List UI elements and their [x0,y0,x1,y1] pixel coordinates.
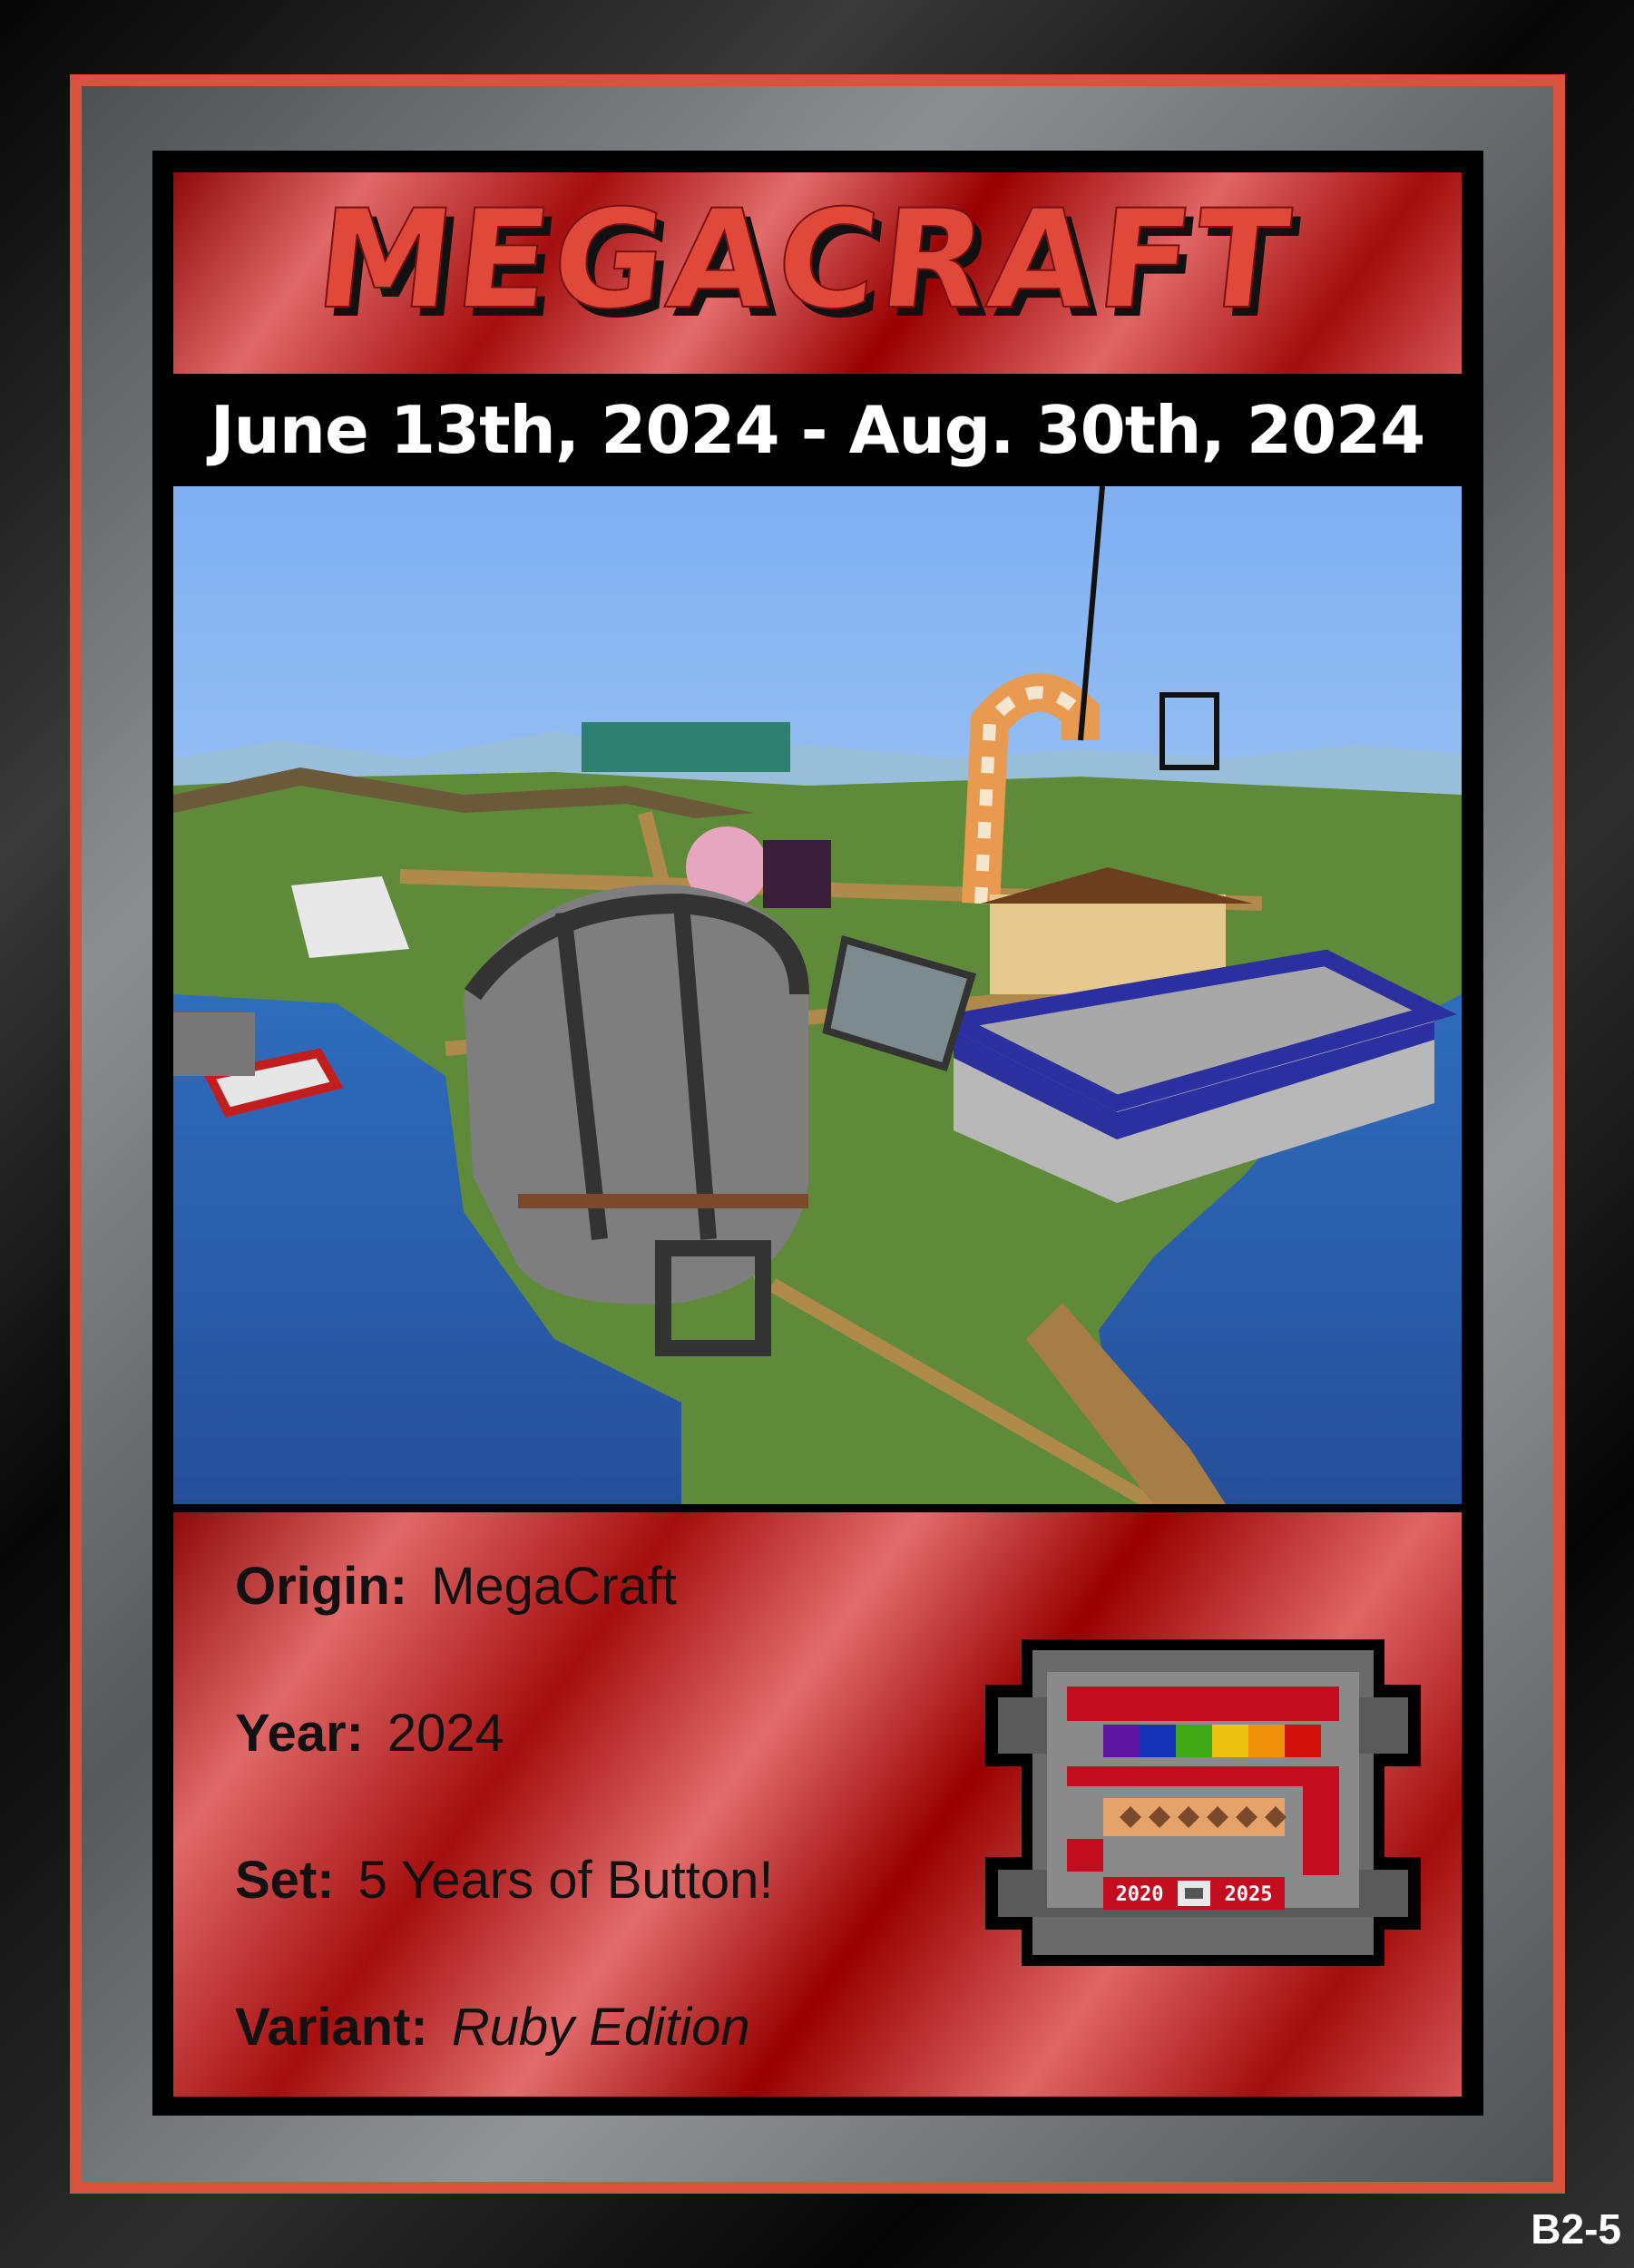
card-code: B2-5 [1531,2205,1621,2253]
megacraft-logo: MEGACRAFT MEGACRAFT [308,180,1308,348]
date-range: June 13th, 2024 - Aug. 30th, 2024 [173,374,1462,486]
year-label: Year: [235,1704,364,1763]
set-label: Set: [235,1851,335,1910]
svg-text:MEGACRAFT: MEGACRAFT [309,181,1300,339]
variant-field: Variant: Ruby Edition [235,1997,750,2058]
emblem-year-left: 2020 [1116,1883,1164,1906]
info-panel: Origin: MegaCraft Year: 2024 Set: 5 Years o… [173,1512,1462,2097]
logo-banner: MEGACRAFT MEGACRAFT [173,172,1462,374]
variant-label: Variant: [235,1998,428,2057]
minecraft-world-image [173,486,1462,1504]
set-value: 5 Years of Button! [357,1851,774,1910]
origin-label: Origin: [235,1557,408,1616]
year-value: 2024 [386,1704,504,1763]
variant-value: Ruby Edition [451,1998,750,2057]
set-field: Set: 5 Years of Button! [235,1850,774,1911]
origin-value: MegaCraft [431,1557,677,1616]
button-set-emblem: 2020 2025 [985,1639,1421,1966]
year-field: Year: 2024 [235,1703,504,1764]
emblem-year-right: 2025 [1225,1883,1273,1906]
origin-field: Origin: MegaCraft [235,1556,677,1617]
